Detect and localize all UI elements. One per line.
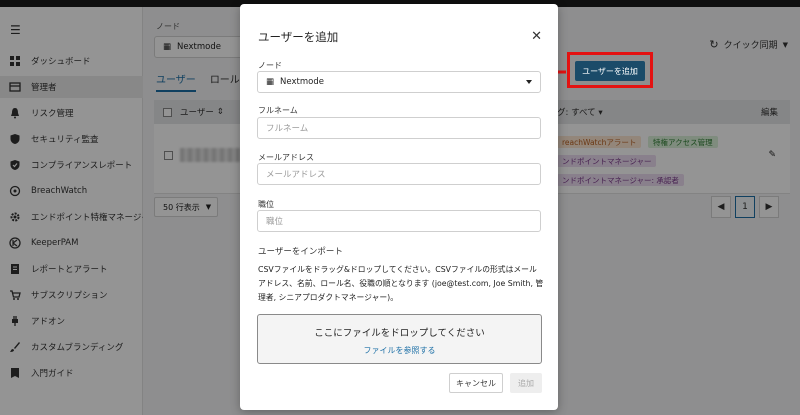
close-icon[interactable]: ✕ [531,29,542,44]
node-field-label: ノード [258,61,282,70]
dropzone-title: ここにファイルをドロップしてください [314,328,485,339]
node-select-value: Nextmode [280,77,324,87]
building-icon: ▦ [266,77,275,87]
fullname-label: フルネーム [258,106,298,115]
position-field[interactable]: 職位 [257,210,541,232]
node-select[interactable]: ▦ Nextmode [257,71,541,93]
position-label: 職位 [258,200,274,209]
cancel-button[interactable]: キャンセル [449,373,503,393]
email-field[interactable]: メールアドレス [257,163,541,185]
fullname-field[interactable]: フルネーム [257,117,541,139]
submit-add-button[interactable]: 追加 [510,373,542,393]
file-dropzone[interactable]: ここにファイルをドロップしてください ファイルを参照する [257,314,542,364]
add-user-dialog: ユーザーを追加 ✕ ノード ▦ Nextmode フルネーム フルネーム メール… [240,4,558,410]
email-label: メールアドレス [258,153,314,162]
import-title: ユーザーをインポート [258,247,343,257]
dialog-title: ユーザーを追加 [258,30,339,44]
import-description: CSVファイルをドラッグ&ドロップしてください。CSVファイルの形式はメールアド… [258,265,544,302]
highlight-box [567,52,653,88]
browse-files-link[interactable]: ファイルを参照する [258,345,541,356]
caret-down-icon [526,80,532,84]
